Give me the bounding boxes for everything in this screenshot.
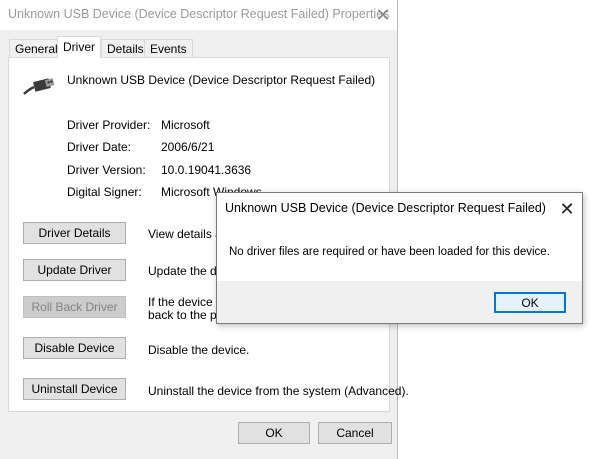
driver-date-label: Driver Date:	[67, 140, 132, 154]
tab-driver[interactable]: Driver	[57, 36, 101, 58]
tab-general[interactable]: General	[9, 39, 64, 57]
driver-date-value: 2006/6/21	[161, 140, 215, 154]
disable-device-button[interactable]: Disable Device	[23, 337, 126, 359]
title-bar: Unknown USB Device (Device Descriptor Re…	[0, 0, 397, 30]
message-dialog: Unknown USB Device (Device Descriptor Re…	[216, 192, 583, 324]
ok-button[interactable]: OK	[238, 422, 310, 444]
uninstall-device-button[interactable]: Uninstall Device	[23, 378, 126, 400]
dialog-title: Unknown USB Device (Device Descriptor Re…	[225, 201, 546, 215]
device-name: Unknown USB Device (Device Descriptor Re…	[67, 73, 376, 87]
uninstall-device-description: Uninstall the device from the system (Ad…	[148, 384, 409, 398]
driver-version-value: 10.0.19041.3636	[161, 163, 252, 177]
update-driver-description: Update the dri	[148, 264, 224, 278]
usb-plug-icon	[23, 78, 55, 95]
roll-back-description-line1: If the device fa	[148, 295, 227, 309]
close-icon[interactable]: ✕	[555, 197, 579, 221]
driver-provider-value: Microsoft	[161, 118, 210, 132]
dialog-message: No driver files are required or have bee…	[229, 246, 550, 258]
driver-details-button[interactable]: Driver Details	[23, 222, 126, 244]
digital-signer-label: Digital Signer:	[67, 185, 142, 199]
driver-version-label: Driver Version:	[67, 163, 146, 177]
window-title: Unknown USB Device (Device Descriptor Re…	[8, 7, 390, 21]
tab-details[interactable]: Details	[101, 39, 150, 57]
tab-events[interactable]: Events	[144, 39, 193, 57]
dialog-ok-button[interactable]: OK	[494, 292, 566, 313]
close-icon[interactable]: ✕	[370, 3, 396, 27]
cancel-button[interactable]: Cancel	[318, 422, 392, 444]
disable-device-description: Disable the device.	[148, 343, 250, 357]
update-driver-button[interactable]: Update Driver	[23, 259, 126, 281]
driver-provider-label: Driver Provider:	[67, 118, 151, 132]
roll-back-driver-button[interactable]: Roll Back Driver	[23, 296, 126, 318]
